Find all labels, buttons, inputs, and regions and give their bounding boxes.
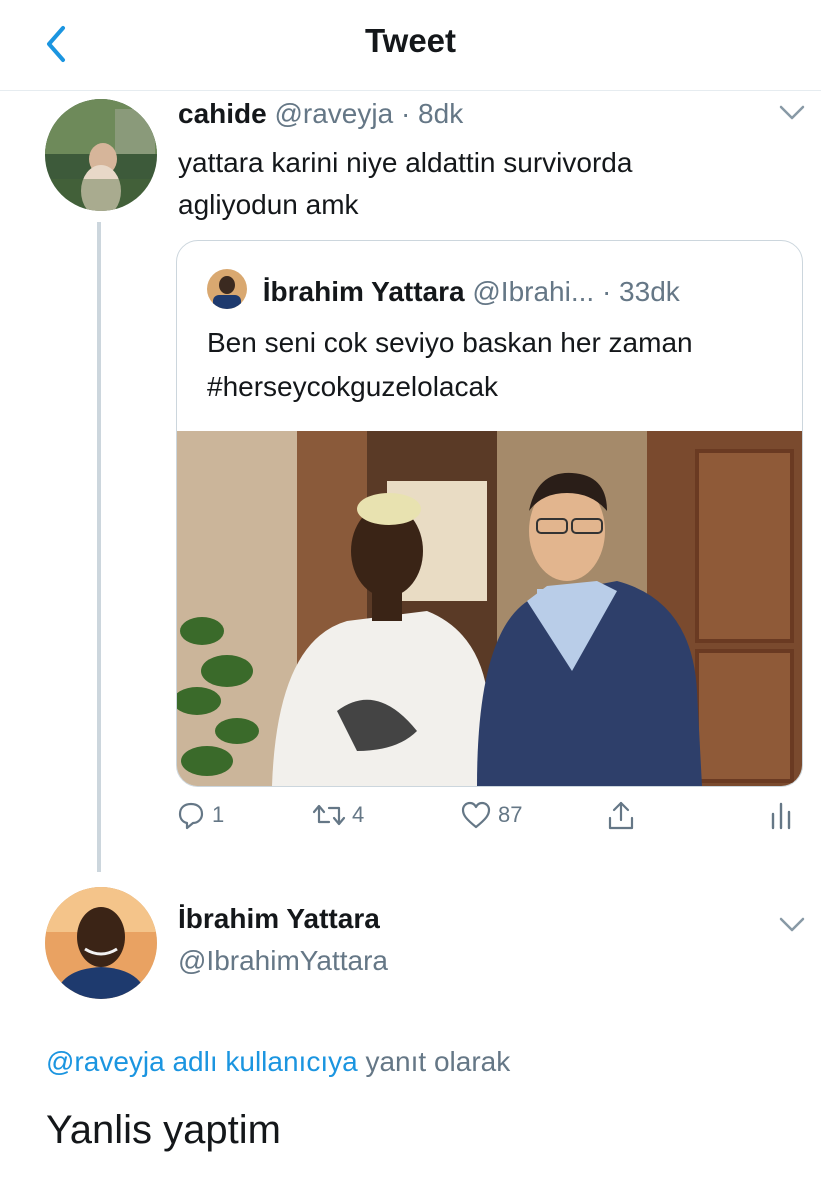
- avatar[interactable]: [45, 99, 157, 211]
- tweet-meta: cahide @raveyja · 8dk: [178, 98, 463, 130]
- replying-to-link[interactable]: @raveyja adlı kullanıcıya: [46, 1046, 358, 1077]
- analytics-button[interactable]: [768, 800, 796, 830]
- quoted-author-handle: @Ibrahi...: [472, 276, 595, 307]
- page-title: Tweet: [364, 22, 457, 59]
- quoted-tweet-text: Ben seni cok seviyo baskan her zaman #he…: [207, 327, 693, 402]
- share-button[interactable]: [606, 800, 636, 832]
- reply-count: 1: [212, 802, 225, 827]
- retweet-count: 4: [352, 802, 365, 827]
- share-icon: [608, 801, 634, 830]
- reply-avatar[interactable]: [45, 887, 157, 999]
- retweet-icon: [312, 804, 346, 826]
- replying-to: @raveyja adlı kullanıcıya yanıt olarak: [46, 1046, 510, 1078]
- tweet-author-name[interactable]: cahide: [178, 98, 267, 129]
- retweet-button[interactable]: 4: [312, 800, 364, 830]
- quoted-author-name: İbrahim Yattara: [262, 276, 465, 307]
- chevron-down-icon[interactable]: [778, 104, 806, 122]
- tweet-actions: 1 4 87: [176, 800, 801, 850]
- replying-to-suffix: yanıt olarak: [357, 1046, 511, 1077]
- chevron-down-icon[interactable]: [778, 916, 806, 934]
- like-button[interactable]: 87: [460, 800, 522, 830]
- tweet-author-handle[interactable]: @raveyja: [274, 98, 393, 129]
- reply-tweet-text: Yanlis yaptim: [46, 1108, 281, 1152]
- reply-button[interactable]: 1: [176, 800, 224, 830]
- like-count: 87: [498, 802, 523, 827]
- tweet-time: · 8dk: [400, 98, 464, 129]
- quoted-avatar: [207, 269, 247, 309]
- quoted-tweet-meta: İbrahim Yattara @Ibrahi... · 33dk: [207, 269, 680, 309]
- quoted-time: · 33dk: [601, 276, 680, 307]
- analytics-icon: [771, 802, 791, 830]
- reply-icon: [178, 802, 204, 830]
- quoted-tweet-photo[interactable]: [177, 431, 802, 786]
- reply-author-handle[interactable]: @IbrahimYattara: [178, 945, 388, 977]
- quoted-tweet-card[interactable]: İbrahim Yattara @Ibrahi... · 33dk Ben se…: [176, 240, 803, 787]
- like-icon: [461, 801, 491, 829]
- thread-line: [97, 222, 101, 872]
- top-bar: Tweet: [0, 0, 821, 91]
- reply-author-name[interactable]: İbrahim Yattara: [178, 903, 380, 935]
- tweet-text: yattara karini niye aldattin survivorda …: [178, 147, 633, 220]
